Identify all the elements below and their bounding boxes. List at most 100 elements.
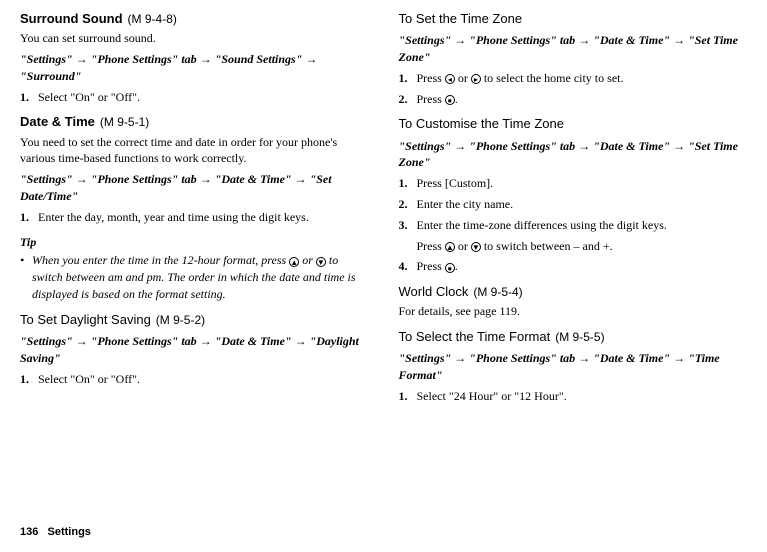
right-column: To Set the Time Zone "Settings" → "Phone… — [399, 10, 748, 413]
path-segment: "Settings" — [399, 33, 452, 47]
nav-down-icon: ▼ — [316, 257, 326, 267]
step-item: 1. Select "On" or "Off". — [20, 371, 369, 388]
menu-code: (M 9-5-5) — [555, 330, 604, 344]
step-item: 1. Select "On" or "Off". — [20, 89, 369, 106]
tip-heading: Tip — [20, 234, 369, 251]
step-fragment: to select the home city to set. — [481, 71, 624, 85]
nav-left-icon: ◂ — [445, 74, 455, 84]
path-segment: "Date & Time" — [593, 139, 670, 153]
step-item: 2. Enter the city name. — [399, 196, 748, 213]
step-number: 2. — [399, 91, 417, 108]
sub-heading: To Select the Time Format — [399, 329, 551, 344]
intro-text: You can set surround sound. — [20, 30, 369, 47]
nav-up-icon: ▲ — [289, 257, 299, 267]
daylight-saving-section: To Set Daylight Saving (M 9-5-2) "Settin… — [20, 311, 369, 388]
tip-fragment: or — [299, 253, 316, 267]
step-sub-text: Press ▲ or ▼ to switch between – and +. — [417, 238, 748, 255]
step-text: Enter the city name. — [417, 196, 514, 213]
menu-code: (M 9-5-1) — [100, 115, 149, 129]
step-number: 1. — [20, 209, 38, 226]
step-number: 2. — [399, 196, 417, 213]
time-format-section: To Select the Time Format (M 9-5-5) "Set… — [399, 328, 748, 405]
path-segment: "Date & Time" — [215, 334, 292, 348]
step-item: 1. Select "24 Hour" or "12 Hour". — [399, 388, 748, 405]
step-text: Select "24 Hour" or "12 Hour". — [417, 388, 567, 405]
nav-right-icon: ▸ — [471, 74, 481, 84]
menu-path: "Settings" → "Phone Settings" tab → "Dat… — [399, 350, 748, 384]
step-fragment: or — [455, 239, 471, 253]
step-number: 1. — [20, 371, 38, 388]
step-number: 3. — [399, 217, 417, 234]
nav-center-icon: ● — [445, 263, 455, 273]
path-segment: "Surround" — [20, 69, 81, 83]
step-text: Select "On" or "Off". — [38, 371, 140, 388]
customise-time-zone-section: To Customise the Time Zone "Settings" → … — [399, 115, 748, 275]
arrow-icon: → — [200, 334, 215, 348]
nav-center-icon: ● — [445, 95, 455, 105]
menu-path: "Settings" → "Phone Settings" tab → "Dat… — [20, 333, 369, 367]
sub-heading: To Set the Time Zone — [399, 11, 523, 26]
arrow-icon: → — [200, 172, 215, 186]
step-item: 1. Enter the day, month, year and time u… — [20, 209, 369, 226]
path-segment: "Date & Time" — [593, 33, 670, 47]
arrow-icon: → — [305, 52, 317, 66]
sub-heading: World Clock — [399, 284, 469, 299]
left-column: Surround Sound (M 9-4-8) You can set sur… — [20, 10, 369, 413]
path-segment: "Settings" — [20, 52, 73, 66]
path-segment: "Sound Settings" — [215, 52, 303, 66]
sub-heading: To Customise the Time Zone — [399, 116, 564, 131]
bullet-icon: • — [20, 252, 32, 302]
step-number: 1. — [20, 89, 38, 106]
menu-path: "Settings" → "Phone Settings" tab → "Dat… — [399, 138, 748, 172]
tip-section: Tip • When you enter the time in the 12-… — [20, 234, 369, 303]
step-item: 2. Press ●. — [399, 91, 748, 108]
step-text: Enter the day, month, year and time usin… — [38, 209, 309, 226]
step-fragment: . — [455, 259, 458, 273]
menu-code: (M 9-4-8) — [128, 12, 177, 26]
page-number: 136 — [20, 526, 38, 538]
section-heading: Date & Time — [20, 114, 95, 129]
arrow-icon: → — [454, 139, 466, 153]
step-text: Select "On" or "Off". — [38, 89, 140, 106]
step-item: 3. Enter the time-zone differences using… — [399, 217, 748, 234]
menu-path: "Settings" → "Phone Settings" tab → "Dat… — [20, 171, 369, 205]
date-time-section: Date & Time (M 9-5-1) You need to set th… — [20, 113, 369, 225]
path-segment: "Settings" — [20, 172, 73, 186]
arrow-icon: → — [76, 334, 88, 348]
arrow-icon: → — [578, 33, 593, 47]
step-number: 1. — [399, 70, 417, 87]
arrow-icon: → — [76, 52, 91, 66]
step-item: 1. Press [Custom]. — [399, 175, 748, 192]
path-segment: "Phone Settings" tab — [469, 33, 575, 47]
arrow-icon: → — [578, 351, 593, 365]
step-fragment: Press — [417, 71, 445, 85]
step-text: Press ●. — [417, 258, 458, 275]
path-segment: "Phone Settings" tab — [91, 334, 197, 348]
nav-up-icon: ▲ — [445, 242, 455, 252]
step-text: Press ●. — [417, 91, 458, 108]
surround-sound-section: Surround Sound (M 9-4-8) You can set sur… — [20, 10, 369, 105]
step-item: 1. Press ◂ or ▸ to select the home city … — [399, 70, 748, 87]
tip-fragment: When you enter the time in the 12-hour f… — [32, 253, 289, 267]
step-item: 4. Press ●. — [399, 258, 748, 275]
body-text: For details, see page 119. — [399, 303, 748, 320]
step-fragment: to switch between – and +. — [481, 239, 613, 253]
step-text: Press ◂ or ▸ to select the home city to … — [417, 70, 624, 87]
arrow-icon: → — [454, 351, 466, 365]
step-text: Enter the time-zone differences using th… — [417, 217, 667, 234]
arrow-icon: → — [295, 334, 310, 348]
tip-item: • When you enter the time in the 12-hour… — [20, 252, 369, 302]
step-fragment: Press — [417, 239, 445, 253]
page: Surround Sound (M 9-4-8) You can set sur… — [0, 10, 767, 413]
footer-section: Settings — [48, 526, 91, 538]
arrow-icon: → — [454, 33, 466, 47]
menu-path: "Settings" → "Phone Settings" tab → "Dat… — [399, 32, 748, 66]
time-zone-section: To Set the Time Zone "Settings" → "Phone… — [399, 10, 748, 107]
page-footer: 136 Settings — [20, 525, 91, 540]
arrow-icon: → — [673, 33, 688, 47]
tip-text: When you enter the time in the 12-hour f… — [32, 252, 369, 302]
nav-down-icon: ▼ — [471, 242, 481, 252]
arrow-icon: → — [578, 139, 593, 153]
path-segment: "Settings" — [20, 334, 73, 348]
path-segment: "Date & Time" — [593, 351, 670, 365]
